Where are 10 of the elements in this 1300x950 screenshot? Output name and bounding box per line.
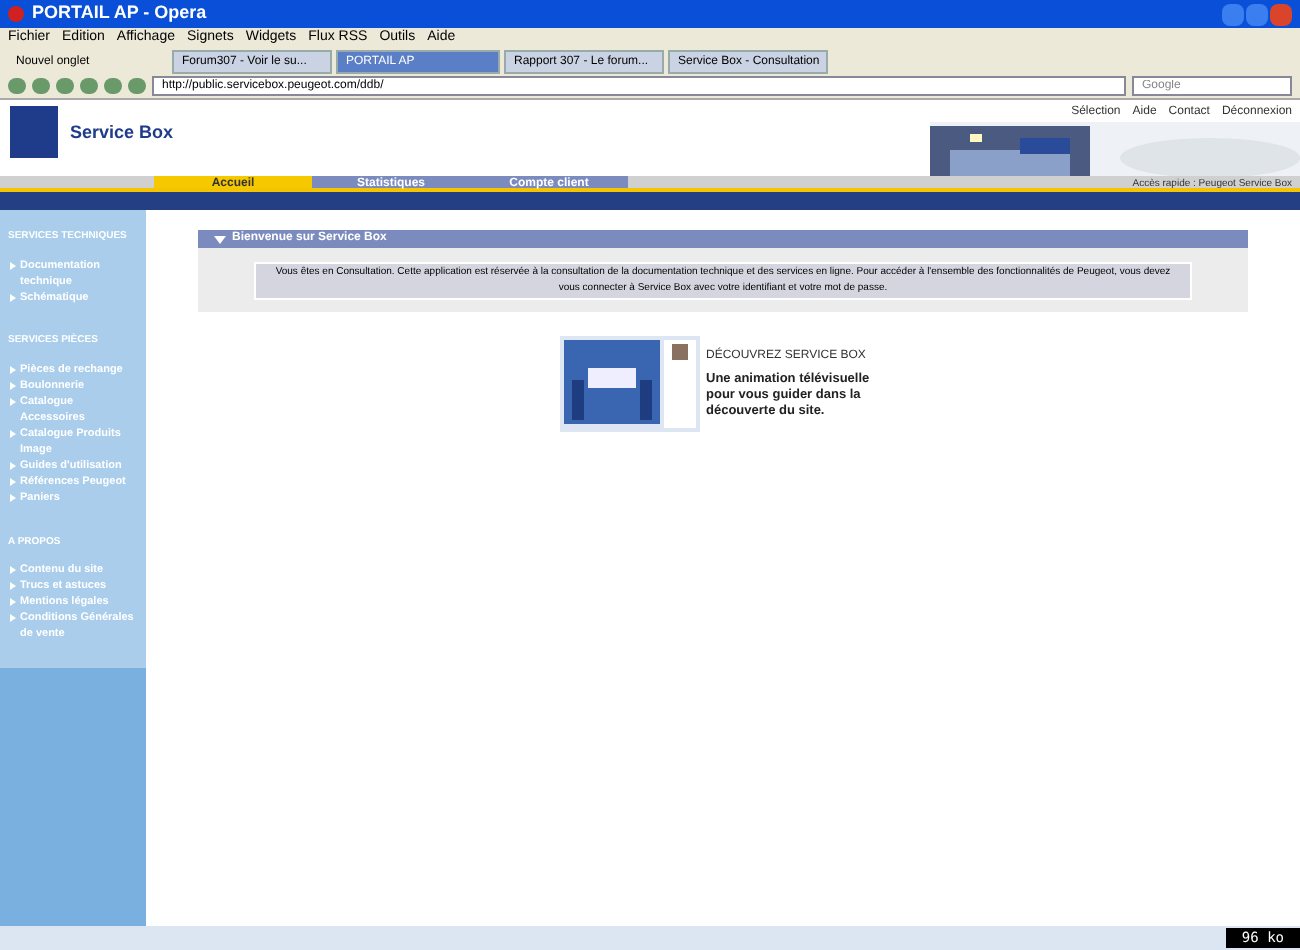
opera-icon <box>8 6 24 22</box>
close-button[interactable] <box>1270 3 1292 25</box>
triangle-icon <box>10 429 16 438</box>
window-title: PORTAIL AP - Opera <box>32 0 207 27</box>
triangle-icon <box>10 261 16 269</box>
triangle-icon <box>10 293 16 301</box>
brand-title: Service Box <box>70 120 174 142</box>
maximize-button[interactable] <box>1246 3 1268 25</box>
down-arrow-icon <box>214 235 226 243</box>
minimize-button[interactable] <box>1222 3 1244 25</box>
